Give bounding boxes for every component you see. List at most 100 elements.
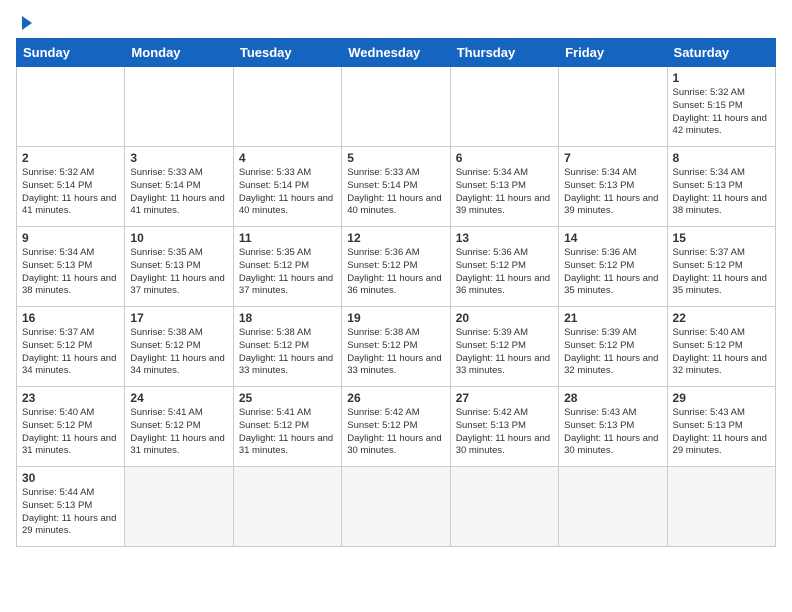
day-info: Sunrise: 5:42 AM Sunset: 5:12 PM Dayligh… [347, 407, 444, 458]
day-number: 11 [239, 231, 336, 245]
day-number: 15 [673, 231, 770, 245]
day-number: 21 [564, 311, 661, 325]
day-info: Sunrise: 5:34 AM Sunset: 5:13 PM Dayligh… [673, 167, 770, 218]
day-of-week-header: Monday [125, 39, 233, 67]
day-info: Sunrise: 5:41 AM Sunset: 5:12 PM Dayligh… [239, 407, 336, 458]
day-info: Sunrise: 5:33 AM Sunset: 5:14 PM Dayligh… [239, 167, 336, 218]
day-info: Sunrise: 5:42 AM Sunset: 5:13 PM Dayligh… [456, 407, 553, 458]
day-info: Sunrise: 5:39 AM Sunset: 5:12 PM Dayligh… [564, 327, 661, 378]
day-number: 20 [456, 311, 553, 325]
day-info: Sunrise: 5:35 AM Sunset: 5:13 PM Dayligh… [130, 247, 227, 298]
calendar-day-cell [342, 467, 450, 547]
day-number: 2 [22, 151, 119, 165]
calendar-day-cell: 12 Sunrise: 5:36 AM Sunset: 5:12 PM Dayli… [342, 227, 450, 307]
day-number: 13 [456, 231, 553, 245]
day-of-week-header: Tuesday [233, 39, 341, 67]
calendar-day-cell: 1 Sunrise: 5:32 AM Sunset: 5:15 PM Daylig… [667, 67, 775, 147]
calendar-day-cell: 16 Sunrise: 5:37 AM Sunset: 5:12 PM Dayli… [17, 307, 125, 387]
calendar-day-cell [233, 467, 341, 547]
day-number: 22 [673, 311, 770, 325]
day-number: 27 [456, 391, 553, 405]
day-number: 25 [239, 391, 336, 405]
calendar-day-cell: 6 Sunrise: 5:34 AM Sunset: 5:13 PM Daylig… [450, 147, 558, 227]
day-number: 10 [130, 231, 227, 245]
day-of-week-header: Thursday [450, 39, 558, 67]
calendar-day-cell: 23 Sunrise: 5:40 AM Sunset: 5:12 PM Dayli… [17, 387, 125, 467]
calendar-day-cell [450, 467, 558, 547]
calendar-day-cell: 19Sunrise: 5:38 AM Sunset: 5:12 PM Dayli… [342, 307, 450, 387]
day-info: Sunrise: 5:36 AM Sunset: 5:12 PM Dayligh… [564, 247, 661, 298]
calendar-day-cell: 4Sunrise: 5:33 AM Sunset: 5:14 PM Daylig… [233, 147, 341, 227]
day-number: 29 [673, 391, 770, 405]
calendar-day-cell: 15 Sunrise: 5:37 AM Sunset: 5:12 PM Dayli… [667, 227, 775, 307]
day-of-week-header: Sunday [17, 39, 125, 67]
calendar-day-cell: 24Sunrise: 5:41 AM Sunset: 5:12 PM Dayli… [125, 387, 233, 467]
calendar-day-cell: 11 Sunrise: 5:35 AM Sunset: 5:12 PM Dayli… [233, 227, 341, 307]
calendar-day-cell: 28Sunrise: 5:43 AM Sunset: 5:13 PM Dayli… [559, 387, 667, 467]
logo [16, 16, 32, 30]
day-info: Sunrise: 5:34 AM Sunset: 5:13 PM Dayligh… [22, 247, 119, 298]
day-number: 12 [347, 231, 444, 245]
day-info: Sunrise: 5:34 AM Sunset: 5:13 PM Dayligh… [564, 167, 661, 218]
day-number: 1 [673, 71, 770, 85]
day-number: 7 [564, 151, 661, 165]
day-number: 14 [564, 231, 661, 245]
day-info: Sunrise: 5:40 AM Sunset: 5:12 PM Dayligh… [673, 327, 770, 378]
day-info: Sunrise: 5:37 AM Sunset: 5:12 PM Dayligh… [673, 247, 770, 298]
day-info: Sunrise: 5:36 AM Sunset: 5:12 PM Dayligh… [456, 247, 553, 298]
calendar-day-cell [17, 67, 125, 147]
calendar-body: 1 Sunrise: 5:32 AM Sunset: 5:15 PM Daylig… [17, 67, 776, 547]
calendar-week-row: 9 Sunrise: 5:34 AM Sunset: 5:13 PM Daylig… [17, 227, 776, 307]
day-info: Sunrise: 5:37 AM Sunset: 5:12 PM Dayligh… [22, 327, 119, 378]
logo-area [16, 16, 32, 30]
calendar-day-cell [450, 67, 558, 147]
day-info: Sunrise: 5:39 AM Sunset: 5:12 PM Dayligh… [456, 327, 553, 378]
day-number: 6 [456, 151, 553, 165]
calendar-header: SundayMondayTuesdayWednesdayThursdayFrid… [17, 39, 776, 67]
calendar-day-cell: 7 Sunrise: 5:34 AM Sunset: 5:13 PM Daylig… [559, 147, 667, 227]
calendar-day-cell: 3 Sunrise: 5:33 AM Sunset: 5:14 PM Daylig… [125, 147, 233, 227]
calendar-day-cell: 26 Sunrise: 5:42 AM Sunset: 5:12 PM Dayli… [342, 387, 450, 467]
day-of-week-header: Wednesday [342, 39, 450, 67]
calendar-day-cell [233, 67, 341, 147]
calendar-day-cell: 18 Sunrise: 5:38 AM Sunset: 5:12 PM Dayli… [233, 307, 341, 387]
day-info: Sunrise: 5:43 AM Sunset: 5:13 PM Dayligh… [673, 407, 770, 458]
day-number: 23 [22, 391, 119, 405]
day-number: 24 [130, 391, 227, 405]
day-info: Sunrise: 5:36 AM Sunset: 5:12 PM Dayligh… [347, 247, 444, 298]
calendar-day-cell: 21 Sunrise: 5:39 AM Sunset: 5:12 PM Dayli… [559, 307, 667, 387]
day-number: 18 [239, 311, 336, 325]
day-info: Sunrise: 5:34 AM Sunset: 5:13 PM Dayligh… [456, 167, 553, 218]
day-number: 26 [347, 391, 444, 405]
calendar-day-cell: 30Sunrise: 5:44 AM Sunset: 5:13 PM Dayli… [17, 467, 125, 547]
day-info: Sunrise: 5:38 AM Sunset: 5:12 PM Dayligh… [130, 327, 227, 378]
calendar-day-cell: 29 Sunrise: 5:43 AM Sunset: 5:13 PM Dayli… [667, 387, 775, 467]
calendar-day-cell: 27 Sunrise: 5:42 AM Sunset: 5:13 PM Dayli… [450, 387, 558, 467]
calendar-day-cell: 5 Sunrise: 5:33 AM Sunset: 5:14 PM Daylig… [342, 147, 450, 227]
day-info: Sunrise: 5:35 AM Sunset: 5:12 PM Dayligh… [239, 247, 336, 298]
day-number: 3 [130, 151, 227, 165]
day-number: 8 [673, 151, 770, 165]
day-info: Sunrise: 5:38 AM Sunset: 5:12 PM Dayligh… [239, 327, 336, 378]
logo-triangle-icon [22, 16, 32, 30]
day-number: 16 [22, 311, 119, 325]
calendar-week-row: 1 Sunrise: 5:32 AM Sunset: 5:15 PM Daylig… [17, 67, 776, 147]
calendar-day-cell [342, 67, 450, 147]
calendar-table: SundayMondayTuesdayWednesdayThursdayFrid… [16, 38, 776, 547]
calendar-day-cell: 14 Sunrise: 5:36 AM Sunset: 5:12 PM Dayli… [559, 227, 667, 307]
day-number: 17 [130, 311, 227, 325]
calendar-week-row: 2 Sunrise: 5:32 AM Sunset: 5:14 PM Daylig… [17, 147, 776, 227]
calendar-day-cell [125, 67, 233, 147]
day-info: Sunrise: 5:33 AM Sunset: 5:14 PM Dayligh… [347, 167, 444, 218]
calendar-day-cell [559, 467, 667, 547]
calendar-day-cell [125, 467, 233, 547]
calendar-week-row: 16 Sunrise: 5:37 AM Sunset: 5:12 PM Dayli… [17, 307, 776, 387]
day-info: Sunrise: 5:32 AM Sunset: 5:15 PM Dayligh… [673, 87, 770, 138]
day-number: 5 [347, 151, 444, 165]
day-info: Sunrise: 5:32 AM Sunset: 5:14 PM Dayligh… [22, 167, 119, 218]
day-info: Sunrise: 5:40 AM Sunset: 5:12 PM Dayligh… [22, 407, 119, 458]
day-info: Sunrise: 5:33 AM Sunset: 5:14 PM Dayligh… [130, 167, 227, 218]
calendar-day-cell: 2 Sunrise: 5:32 AM Sunset: 5:14 PM Daylig… [17, 147, 125, 227]
day-number: 9 [22, 231, 119, 245]
calendar-day-cell: 20 Sunrise: 5:39 AM Sunset: 5:12 PM Dayli… [450, 307, 558, 387]
